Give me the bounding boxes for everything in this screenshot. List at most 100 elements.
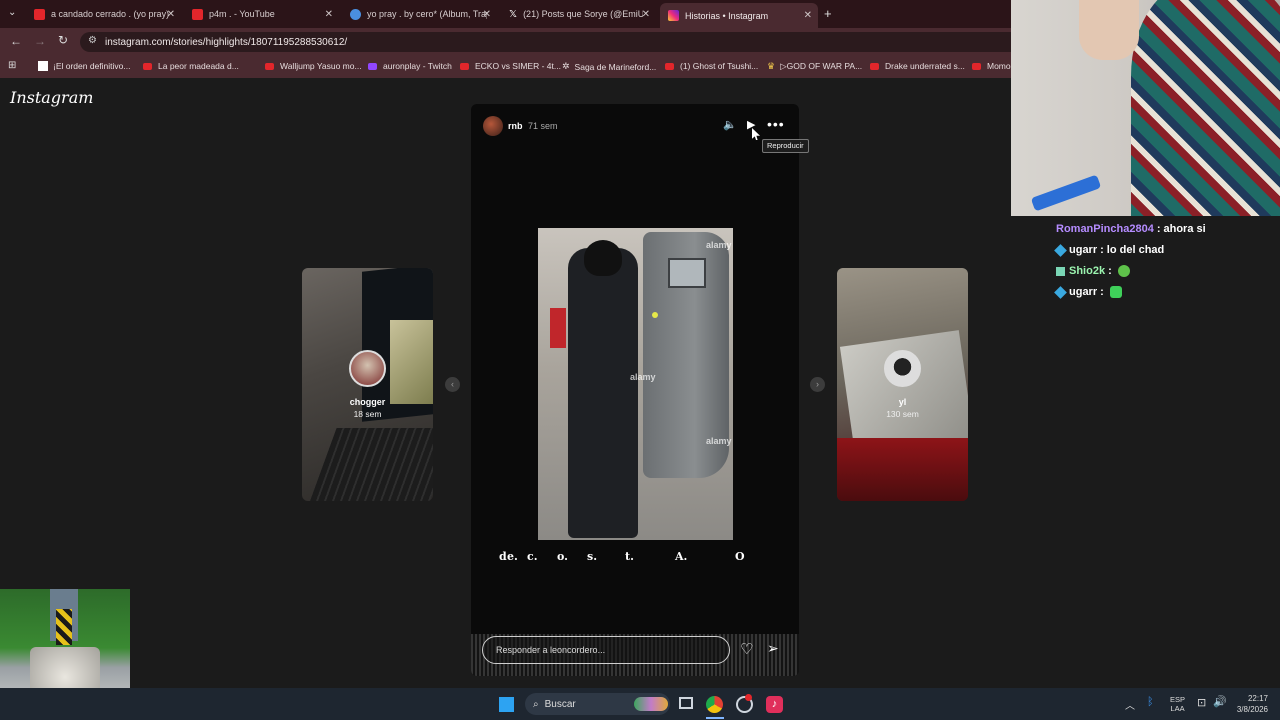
tab-search-chevron-icon[interactable]: ⌄ [8, 7, 16, 18]
bookmark-2[interactable]: La peor madeada d... [143, 61, 239, 71]
taskbar-search[interactable]: ⌕ Buscar [525, 693, 670, 715]
bookmark-7[interactable]: (1) Ghost of Tsushi... [665, 61, 758, 71]
bookmark-10[interactable]: Momo [972, 61, 1011, 71]
prev-story-username: chogger [349, 397, 386, 407]
emote-icon [1117, 265, 1130, 277]
play-icon[interactable]: ▶ [747, 118, 755, 131]
close-icon[interactable]: ✕ [642, 9, 650, 20]
youtube-icon [265, 62, 274, 70]
story-avatar[interactable] [483, 116, 503, 136]
chevron-up-icon[interactable]: ︿ [1125, 697, 1135, 712]
reload-icon[interactable]: ↻ [58, 33, 68, 47]
close-icon[interactable]: ✕ [325, 9, 333, 20]
yl-avatar[interactable] [884, 350, 921, 387]
instagram-logo[interactable]: Instagram [10, 88, 93, 107]
previous-story-arrow-icon[interactable]: ‹ [445, 377, 460, 392]
hand [1079, 0, 1139, 60]
youtube-icon [143, 62, 152, 70]
red-device [837, 438, 968, 501]
prev-story-time: 18 sem [353, 409, 382, 419]
url-text: instagram.com/stories/highlights/1807119… [105, 36, 348, 48]
tab-5-active[interactable]: Historias • Instagram ✕ [660, 3, 818, 28]
search-icon: ⌕ [533, 698, 539, 710]
youtube-icon [34, 8, 45, 20]
back-arrow-icon[interactable]: ← [10, 34, 22, 48]
trophy-icon: ♛ [767, 61, 776, 71]
chrome-icon[interactable] [706, 696, 723, 713]
reply-placeholder: Responder a leoncordero... [496, 645, 606, 655]
story-viewer[interactable]: rnb 71 sem 🔈 ▶ ••• alamy alamy alamy d e… [471, 104, 799, 676]
volume-icon[interactable]: 🔊 [1213, 695, 1227, 708]
laser-light [652, 312, 658, 318]
network-icon[interactable]: ⊡ [1197, 696, 1206, 709]
chat-username: Shio2k [1069, 265, 1106, 277]
active-app-indicator [706, 717, 724, 719]
forward-arrow-icon[interactable]: → [34, 34, 46, 48]
send-icon[interactable]: ➢ [767, 640, 779, 657]
bookmark-1[interactable]: ¡El orden definitivo... [38, 61, 130, 71]
youtube-icon [192, 8, 203, 20]
x-icon: 𝕏 [509, 8, 518, 20]
volume-icon[interactable]: 🔈 [723, 118, 737, 131]
instagram-icon [668, 10, 679, 21]
chat-message: ugarr : lo del chad [1054, 243, 1164, 257]
chat-text: ahora si [1163, 223, 1206, 235]
tab-4[interactable]: 𝕏 (21) Posts que Sorye (@EmiUv ✕ [501, 3, 656, 25]
heart-icon[interactable]: ♡ [740, 640, 753, 658]
watermark-text: alamy [630, 372, 656, 382]
story-photo: alamy alamy alamy [538, 228, 733, 540]
close-icon[interactable]: ✕ [167, 9, 175, 20]
reply-input[interactable]: Responder a leoncordero... [482, 636, 730, 664]
chat-message: Shio2k : [1056, 265, 1130, 277]
more-options-icon[interactable]: ••• [767, 116, 785, 132]
previous-story-card[interactable]: chogger 18 sem [302, 268, 433, 501]
clock[interactable]: 22:17 3/8/2026 [1230, 693, 1268, 715]
bookmark-8[interactable]: ♛ ▷GOD OF WAR PA... [767, 61, 862, 72]
chat-message: ugarr : [1054, 285, 1122, 299]
phone [1030, 174, 1102, 212]
caption-char: e. [507, 550, 518, 563]
star-icon: ✲ [562, 61, 570, 71]
youtube-icon [665, 62, 674, 70]
tab-3[interactable]: yo pray . by cero* (Album, Trap ✕ [342, 3, 497, 25]
webcam-overlay [1011, 0, 1280, 216]
next-story-arrow-icon[interactable]: › [810, 377, 825, 392]
apps-grid-icon[interactable]: ⊞ [8, 60, 16, 71]
screen-image [390, 320, 433, 404]
badge-icon [1054, 243, 1067, 257]
chat-username: ugarr [1069, 286, 1098, 298]
language-indicator[interactable]: ESP LAA [1170, 695, 1185, 713]
page-icon [38, 61, 48, 71]
windows-start-icon[interactable] [499, 697, 514, 712]
next-story-card[interactable]: yl 130 sem [837, 268, 968, 501]
notification-dot-icon [745, 694, 752, 701]
tab-1[interactable]: a candado cerrado . (yo pray) - ✕ [26, 3, 181, 25]
task-view-icon[interactable] [679, 697, 693, 709]
caption-char: O [735, 550, 745, 563]
caption-char: A. [675, 550, 688, 563]
address-bar[interactable]: ⚙ instagram.com/stories/highlights/18071… [80, 32, 1020, 52]
bookmark-6[interactable]: ✲ Saga de Marineford... [562, 61, 656, 72]
tiktok-icon[interactable]: ♪ [766, 696, 783, 713]
close-icon[interactable]: ✕ [483, 9, 491, 20]
search-highlight-icon [634, 697, 668, 711]
next-story-time: 130 sem [886, 409, 919, 419]
chat-message: RomanPincha2804 : ahora si [1056, 223, 1206, 235]
bookmark-9[interactable]: Drake underrated s... [870, 61, 965, 71]
bluetooth-icon[interactable]: ᛒ [1147, 696, 1154, 708]
bookmark-5[interactable]: ECKO vs SIMER - 4t... [460, 61, 561, 71]
caption-char: o. [557, 550, 568, 563]
site-info-icon[interactable]: ⚙ [88, 35, 97, 46]
caption-char: s. [587, 550, 598, 563]
vinyl-sleeve [839, 330, 968, 456]
story-username[interactable]: rnb [508, 121, 523, 131]
close-icon[interactable]: ✕ [804, 10, 812, 21]
chogger-avatar[interactable] [349, 350, 386, 387]
sweater-pattern [1131, 0, 1280, 216]
bookmark-3[interactable]: Walljump Yasuo mo... [265, 61, 362, 71]
youtube-icon [972, 62, 981, 70]
chat-username: RomanPincha2804 [1056, 223, 1154, 235]
new-tab-plus-icon[interactable]: + [824, 6, 832, 21]
bookmark-4[interactable]: auronplay - Twitch [368, 61, 452, 71]
tab-2[interactable]: p4m . - YouTube ✕ [184, 3, 339, 25]
